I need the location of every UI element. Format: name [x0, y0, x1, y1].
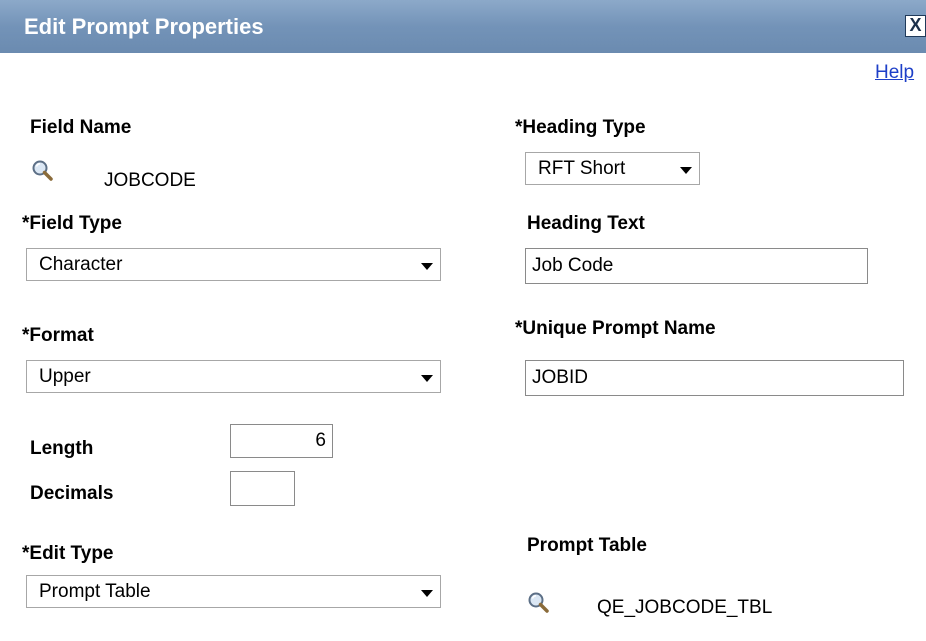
unique-prompt-name-input[interactable]: [525, 360, 904, 396]
length-input[interactable]: [230, 424, 333, 458]
field-type-label: *Field Type: [22, 213, 122, 234]
field-name-value: JOBCODE: [104, 170, 196, 191]
edit-type-label: *Edit Type: [22, 543, 114, 564]
heading-text-label: Heading Text: [527, 213, 645, 234]
chevron-down-icon: [421, 590, 433, 597]
field-name-lookup-icon[interactable]: [30, 158, 56, 184]
dialog-titlebar: Edit Prompt Properties X: [0, 0, 926, 53]
prompt-table-lookup-icon[interactable]: [526, 590, 552, 616]
prompt-table-label: Prompt Table: [527, 535, 647, 556]
prompt-table-value: QE_JOBCODE_TBL: [597, 597, 773, 618]
length-label: Length: [30, 438, 94, 459]
heading-type-select[interactable]: RFT Short: [525, 152, 700, 185]
chevron-down-icon: [421, 375, 433, 382]
chevron-down-icon: [421, 263, 433, 270]
field-type-select[interactable]: Character: [26, 248, 441, 281]
heading-text-input[interactable]: [525, 248, 868, 284]
unique-prompt-name-label: *Unique Prompt Name: [515, 318, 716, 339]
edit-type-selected: Prompt Table: [39, 581, 151, 602]
decimals-input[interactable]: [230, 471, 295, 506]
field-name-label: Field Name: [30, 117, 132, 138]
heading-type-selected: RFT Short: [538, 158, 626, 179]
format-label: *Format: [22, 325, 94, 346]
dialog-title: Edit Prompt Properties: [24, 14, 264, 39]
chevron-down-icon: [680, 167, 692, 174]
close-button[interactable]: X: [905, 15, 926, 37]
decimals-label: Decimals: [30, 483, 114, 504]
help-link[interactable]: Help: [875, 62, 914, 84]
field-type-selected: Character: [39, 254, 123, 275]
format-select[interactable]: Upper: [26, 360, 441, 393]
close-icon: X: [909, 15, 922, 35]
heading-type-label: *Heading Type: [515, 117, 646, 138]
format-selected: Upper: [39, 366, 91, 387]
edit-type-select[interactable]: Prompt Table: [26, 575, 441, 608]
